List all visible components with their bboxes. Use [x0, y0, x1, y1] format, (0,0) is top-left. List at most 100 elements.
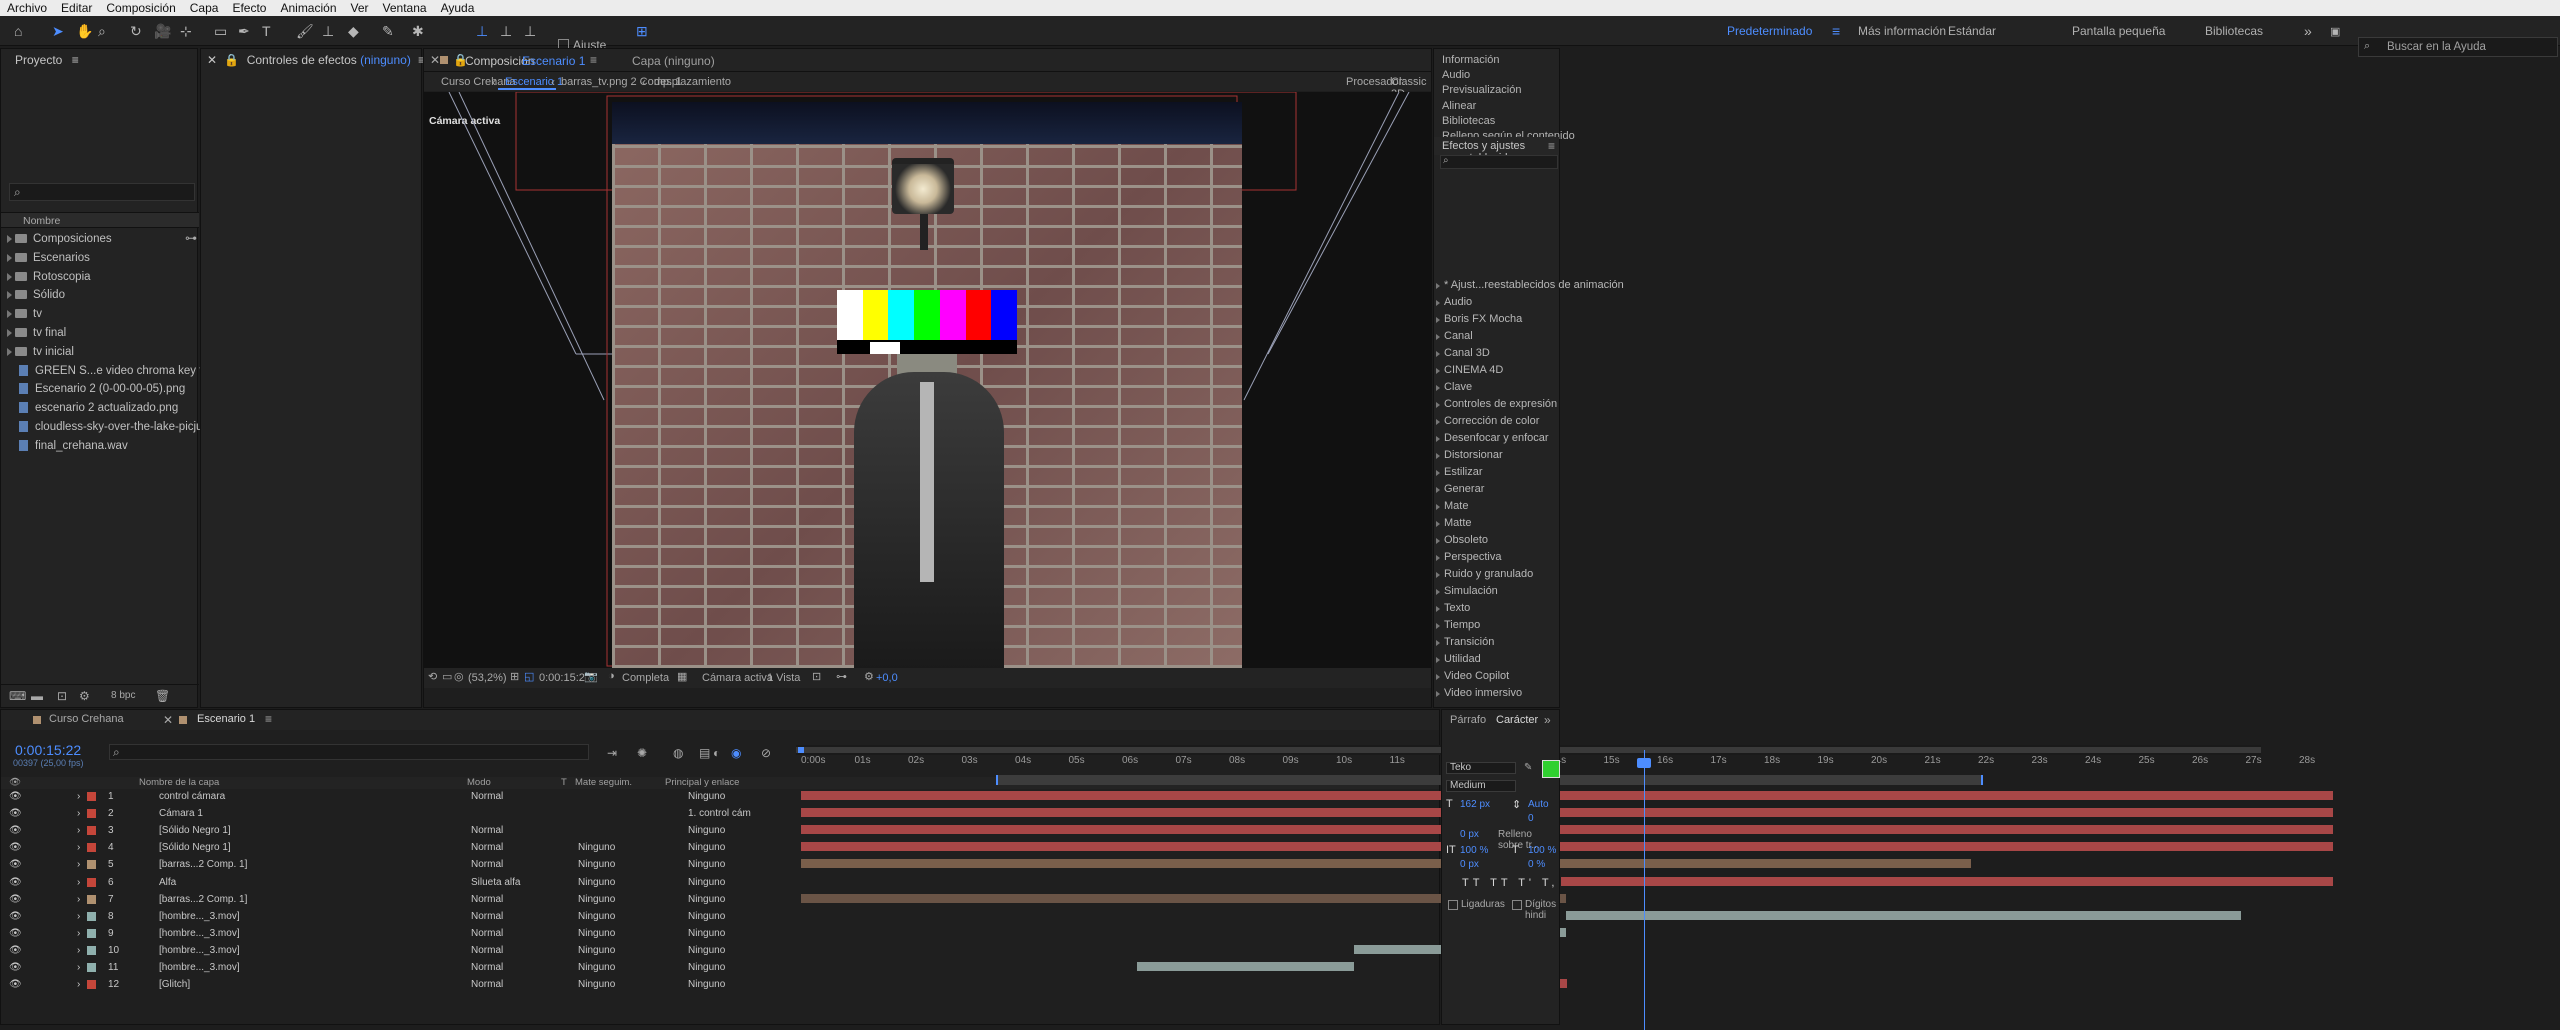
color-channel-icon[interactable]: ◑: [608, 670, 615, 682]
roto-brush-tool-icon[interactable]: ✎: [382, 22, 394, 40]
expand-icon[interactable]: [7, 347, 12, 356]
expand-icon[interactable]: ›: [77, 963, 80, 973]
graph-icon[interactable]: ⊘: [761, 746, 771, 760]
new-folder-icon[interactable]: ▬: [31, 689, 43, 703]
workspace-1[interactable]: Más información: [1858, 24, 1946, 38]
layer-search[interactable]: ⌕: [109, 744, 589, 760]
layer-bar[interactable]: [1137, 962, 1354, 971]
expand-icon[interactable]: ›: [77, 911, 80, 922]
effect-category[interactable]: Utilidad: [1436, 653, 1481, 665]
workspace-4[interactable]: Bibliotecas: [2205, 24, 2263, 38]
layer-parent[interactable]: Ninguno: [688, 877, 725, 888]
table-row[interactable]: 👁 › 5 [barras...2 Comp. 1] Normal Ninguno Ning…: [1, 860, 725, 870]
effect-category[interactable]: Video Copilot: [1435, 670, 1509, 682]
bpc-label[interactable]: 8 bpc: [111, 690, 135, 701]
brush-tool-icon[interactable]: 🖌: [296, 22, 314, 40]
eye-icon[interactable]: 👁: [9, 826, 22, 836]
baseline-shift-value[interactable]: 0 px: [1460, 859, 1479, 870]
layer-mode[interactable]: Normal: [471, 980, 503, 990]
current-timecode[interactable]: 0:00:15:22: [15, 742, 81, 758]
snapshot-icon[interactable]: 📷: [584, 670, 598, 683]
layer-mode[interactable]: Normal: [471, 911, 503, 922]
expand-icon[interactable]: ›: [77, 860, 80, 870]
world-axis-icon[interactable]: ⊥: [500, 22, 512, 40]
effect-category[interactable]: Audio: [1435, 296, 1472, 308]
eye-icon[interactable]: 👁: [9, 894, 22, 905]
effect-category[interactable]: Simulación: [1436, 585, 1498, 597]
vertical-scale-value[interactable]: 100 %: [1460, 845, 1488, 856]
menu-0[interactable]: Archivo: [0, 1, 54, 15]
effect-category[interactable]: Ruido y granulado: [1435, 568, 1533, 580]
always-preview-icon[interactable]: ⟲: [428, 670, 437, 683]
horizontal-scale-value[interactable]: 100 %: [1528, 845, 1556, 856]
workspace-2[interactable]: Estándar: [1948, 24, 1996, 38]
fill-color-swatch[interactable]: [1542, 760, 1560, 778]
layer-parent[interactable]: Ninguno: [688, 826, 725, 836]
table-row[interactable]: 👁 › 11 [hombre..._3.mov] Normal Ninguno Ningun…: [1, 963, 725, 973]
motion-blur-icon[interactable]: ◐: [713, 746, 720, 760]
menu-8[interactable]: Ayuda: [434, 1, 482, 15]
layer-mate[interactable]: Ninguno: [578, 945, 615, 956]
transparency-grid-icon[interactable]: ▦: [677, 670, 687, 683]
text-style-buttons[interactable]: TT TT T' T,: [1462, 877, 1558, 889]
layer-mate[interactable]: Ninguno: [578, 963, 615, 973]
comp-tab-name[interactable]: Escenario 1: [522, 54, 585, 68]
eraser-tool-icon[interactable]: ◆: [348, 22, 359, 40]
label-color-swatch[interactable]: [87, 894, 96, 904]
quality-select[interactable]: Completa: [622, 672, 669, 684]
leading-value[interactable]: Auto: [1528, 799, 1549, 810]
table-row[interactable]: 👁 › 9 [hombre..._3.mov] Normal Ninguno Ninguno: [1, 928, 725, 939]
layer-mode[interactable]: Normal: [471, 894, 503, 905]
layer-name[interactable]: [Sólido Negro 1]: [159, 826, 231, 836]
eyedropper-icon[interactable]: ✎: [1524, 762, 1532, 773]
layer-parent[interactable]: Ninguno: [688, 894, 725, 905]
layer-mate[interactable]: Ninguno: [578, 980, 615, 990]
project-item[interactable]: Composiciones: [5, 230, 112, 248]
comp-mini-flowchart-icon[interactable]: ⇥: [607, 746, 617, 760]
puppet-tool-icon[interactable]: ✱: [412, 22, 424, 40]
project-item[interactable]: Rotoscopia: [5, 268, 91, 286]
expand-icon[interactable]: ›: [77, 877, 80, 888]
layer-parent[interactable]: Ninguno: [688, 980, 725, 990]
timeline-tab-active[interactable]: Escenario 1: [197, 713, 255, 725]
project-item[interactable]: final_crehana.wav: [5, 437, 128, 455]
paragraph-tab[interactable]: Párrafo: [1450, 714, 1486, 726]
panel-menu-icon[interactable]: ≡: [590, 53, 597, 67]
table-row[interactable]: 👁 › 12 [Glitch] Normal Ninguno Ninguno: [1, 980, 725, 990]
playhead[interactable]: [1644, 750, 1645, 1030]
layer-mode[interactable]: Normal: [471, 963, 503, 973]
panel-toggle-icon[interactable]: ▣: [2330, 22, 2340, 40]
eye-icon[interactable]: 👁: [9, 877, 22, 888]
font-size-value[interactable]: 162 px: [1460, 799, 1490, 810]
frame-blending-icon[interactable]: ▤: [699, 746, 710, 760]
layer-bar[interactable]: [801, 825, 2333, 835]
clone-stamp-tool-icon[interactable]: ⊥: [322, 22, 334, 40]
panel-menu-icon[interactable]: ≡: [72, 53, 79, 67]
effect-category[interactable]: Distorsionar: [1436, 449, 1503, 461]
shy-icon[interactable]: ◍: [673, 746, 683, 760]
effect-category[interactable]: * Ajust...reestablecidos de animación: [1436, 279, 1624, 291]
effect-category[interactable]: Transición: [1435, 636, 1494, 648]
layer-name[interactable]: control cámara: [159, 792, 225, 802]
expand-icon[interactable]: ›: [77, 826, 80, 836]
table-row[interactable]: 👁 › 4 [Sólido Negro 1] Normal Ninguno Ninguno: [1, 843, 725, 853]
resolution-icon[interactable]: ⊞: [510, 670, 519, 683]
effect-category[interactable]: Obsoleto: [1435, 534, 1488, 546]
expand-icon[interactable]: ›: [77, 809, 80, 819]
layer-tab[interactable]: Capa (ninguno): [632, 54, 715, 68]
timeline-tab[interactable]: Curso Crehana: [49, 713, 124, 725]
flowchart-icon[interactable]: ⊶: [185, 231, 197, 245]
project-item[interactable]: escenario 2 actualizado.png: [5, 399, 178, 417]
label-color-swatch[interactable]: [87, 945, 96, 955]
expand-icon[interactable]: [7, 235, 12, 243]
hindi-digits-checkbox[interactable]: [1512, 900, 1522, 910]
fast-preview-icon[interactable]: ⚙: [864, 670, 874, 683]
view-axis-icon[interactable]: ⊥: [524, 22, 536, 40]
layer-bar[interactable]: [801, 842, 2333, 852]
table-row[interactable]: 👁 › 10 [hombre..._3.mov] Normal Ninguno Ningun…: [1, 945, 725, 956]
interpret-footage-icon[interactable]: ⌨: [9, 689, 26, 703]
expand-icon[interactable]: [7, 272, 12, 281]
layer-parent[interactable]: Ninguno: [688, 945, 725, 956]
layer-name[interactable]: [hombre..._3.mov]: [159, 911, 240, 922]
effect-category[interactable]: Canal 3D: [1436, 347, 1490, 359]
